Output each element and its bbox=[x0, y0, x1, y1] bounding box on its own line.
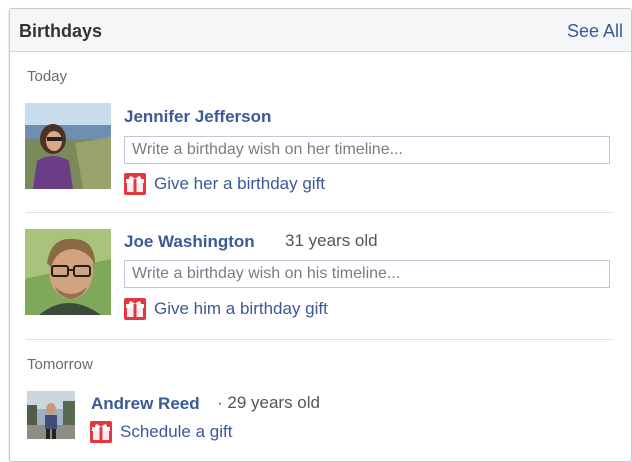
gift-icon bbox=[90, 421, 112, 443]
avatar-joe-washington[interactable] bbox=[25, 229, 111, 315]
panel-header: Birthdays See All bbox=[10, 9, 631, 52]
person-name-link[interactable]: Joe Washington bbox=[124, 232, 255, 252]
person-age: 31 years old bbox=[285, 231, 378, 250]
person-name-link[interactable]: Jennifer Jefferson bbox=[124, 107, 271, 127]
gift-icon bbox=[124, 298, 146, 320]
section-today-label: Today bbox=[27, 68, 68, 85]
panel-title: Birthdays bbox=[19, 21, 103, 41]
section-tomorrow-label: Tomorrow bbox=[27, 356, 93, 373]
gift-link-label: Give him a birthday gift bbox=[154, 299, 328, 318]
avatar-andrew-reed[interactable] bbox=[27, 391, 75, 439]
person-age: · 29 years old bbox=[217, 393, 320, 412]
give-gift-link[interactable]: Give him a birthday gift bbox=[124, 298, 328, 320]
avatar-jennifer-jefferson[interactable] bbox=[25, 103, 111, 189]
birthdays-panel: Birthdays See All Today Jennifer Jeffers… bbox=[9, 8, 632, 462]
birthday-wish-input[interactable] bbox=[124, 136, 610, 164]
gift-icon bbox=[124, 173, 146, 195]
divider bbox=[26, 339, 613, 340]
see-all-link[interactable]: See All bbox=[567, 21, 623, 42]
schedule-gift-link[interactable]: Schedule a gift bbox=[90, 421, 232, 443]
gift-link-label: Give her a birthday gift bbox=[154, 174, 326, 193]
birthday-wish-input[interactable] bbox=[124, 260, 610, 288]
give-gift-link[interactable]: Give her a birthday gift bbox=[124, 173, 325, 195]
divider bbox=[26, 212, 613, 213]
gift-link-label: Schedule a gift bbox=[120, 422, 233, 441]
person-name-link[interactable]: Andrew Reed bbox=[91, 394, 200, 414]
